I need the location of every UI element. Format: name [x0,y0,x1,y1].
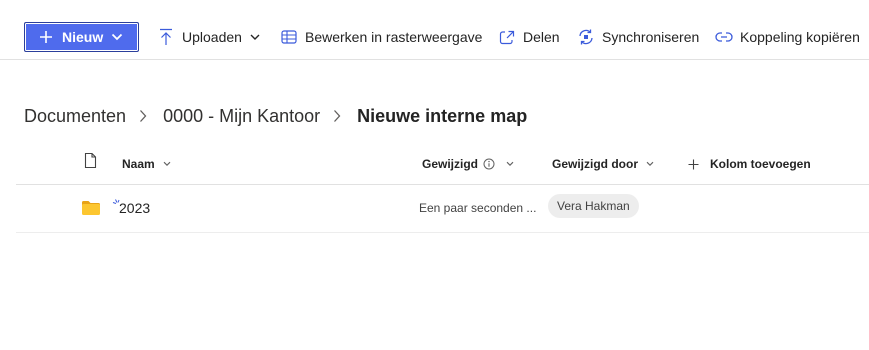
new-button-label: Nieuw [62,29,104,45]
sync-label: Synchroniseren [602,29,700,45]
upload-button[interactable]: Uploaden [157,27,260,47]
list-item[interactable]: 2023 Een paar seconden ... Vera Hakman [16,186,869,233]
grid-edit-label: Bewerken in rasterweergave [305,29,483,45]
new-button[interactable]: Nieuw [24,22,139,52]
item-modified: Een paar seconden ... [419,201,537,215]
breadcrumb: Documenten 0000 - Mijn Kantoor Nieuwe in… [24,104,527,128]
column-modified-label: Gewijzigd [422,157,479,171]
link-icon [715,28,733,46]
command-bar: Nieuw Uploaden Bewerken in rasterweergav… [0,0,869,60]
column-header-modified-by[interactable]: Gewijzigd door [552,156,655,172]
folder-icon [81,200,101,216]
upload-icon [157,28,175,46]
sync-button[interactable]: Synchroniseren [577,27,699,47]
list-header: Naam Gewijzigd Gewijzigd door Kolom toev… [16,143,869,185]
file-type-header[interactable] [84,152,97,172]
share-icon [498,28,516,46]
sync-icon [577,28,595,46]
document-icon [84,152,97,172]
chevron-down-icon [163,160,172,169]
chevron-right-icon [333,109,343,123]
column-modified-by-label: Gewijzigd door [552,157,638,171]
info-icon[interactable] [483,158,495,170]
grid-icon [280,28,298,46]
add-column-button[interactable]: Kolom toevoegen [688,156,811,172]
share-label: Delen [523,29,560,45]
column-header-modified[interactable]: Gewijzigd [422,156,515,172]
grid-edit-button[interactable]: Bewerken in rasterweergave [280,27,482,47]
breadcrumb-current: Nieuwe interne map [357,105,528,126]
breadcrumb-item-office[interactable]: 0000 - Mijn Kantoor [163,106,320,127]
column-header-name[interactable]: Naam [122,156,172,172]
plus-icon [38,29,54,45]
item-modified-by[interactable]: Vera Hakman [548,194,639,218]
column-name-label: Naam [122,157,155,171]
chevron-down-icon [250,32,260,42]
copy-link-label: Koppeling kopiëren [740,29,860,45]
item-name-link[interactable]: 2023 [119,200,150,216]
chevron-down-icon [111,31,123,43]
upload-label: Uploaden [182,29,242,45]
chevron-down-icon [506,160,515,169]
breadcrumb-item-documents[interactable]: Documenten [24,106,126,127]
share-button[interactable]: Delen [498,27,560,47]
plus-icon [688,159,699,170]
chevron-down-icon [646,160,655,169]
add-column-label: Kolom toevoegen [710,157,811,171]
copy-link-button[interactable]: Koppeling kopiëren [715,27,860,47]
chevron-right-icon [139,109,149,123]
